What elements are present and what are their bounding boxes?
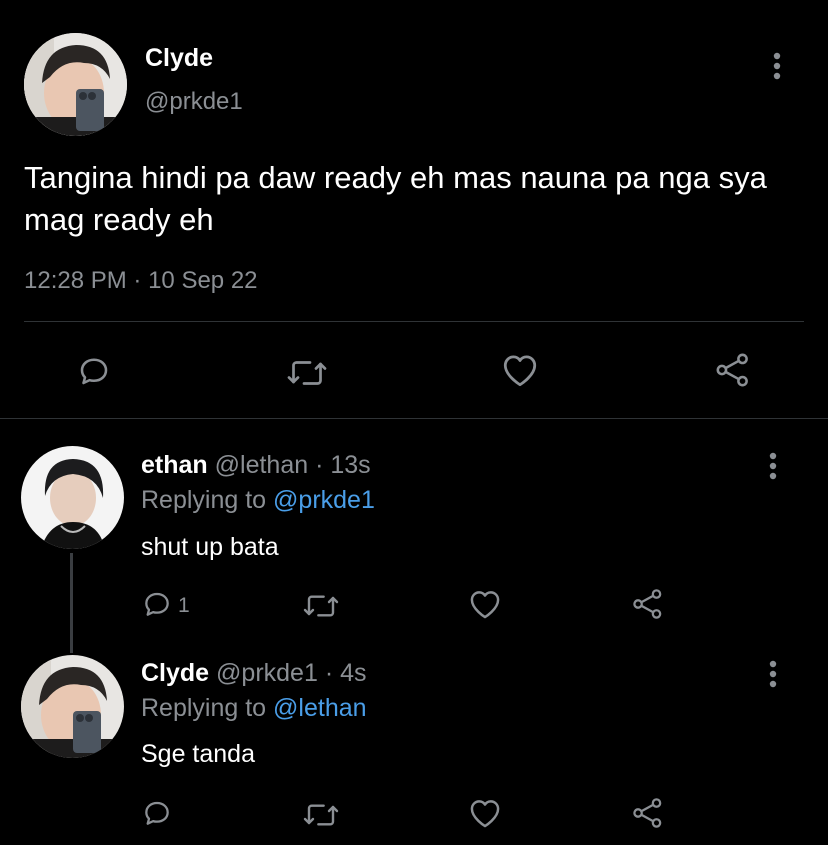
replying-to-label: Replying to [141,694,267,722]
reply-separator: · [324,659,334,687]
reply-separator: · [315,451,324,479]
tweet-date: 10 Sep 22 [148,267,258,294]
replying-to: Replying to @lethan [141,694,367,723]
tweet-timestamp[interactable]: 12:28 PM · 10 Sep 22 [24,267,258,295]
like-icon[interactable] [467,797,503,829]
reply-text: shut up bata [141,533,279,561]
share-icon[interactable] [630,796,666,830]
avatar[interactable] [21,446,124,549]
more-icon[interactable] [772,52,782,80]
more-icon[interactable] [768,452,778,480]
tweet-time: 12:28 PM [24,267,127,294]
reply-age[interactable]: 4s [340,659,366,687]
like-icon[interactable] [500,352,540,388]
retweet-icon[interactable] [302,799,340,831]
retweet-icon[interactable] [286,355,328,391]
reply-header: Clyde @prkde1 · 4s [141,659,367,688]
reply-author-handle[interactable]: @prkde1 [216,659,318,687]
replying-to-label: Replying to [141,486,267,514]
avatar-image [21,446,124,549]
reply-age[interactable]: 13s [330,451,370,479]
replying-to-mention[interactable]: @prkde1 [273,486,375,514]
author-name[interactable]: Clyde [145,44,213,73]
tweet-text: Tangina hindi pa daw ready eh mas nauna … [24,160,767,237]
divider [0,418,828,419]
replying-to-mention[interactable]: @lethan [273,694,367,722]
share-icon[interactable] [630,587,666,621]
author-handle[interactable]: @prkde1 [145,88,243,116]
reply-author-handle[interactable]: @lethan [215,451,309,479]
retweet-icon[interactable] [302,590,340,622]
divider [24,321,804,322]
timestamp-separator: · [133,267,142,294]
reply-icon[interactable] [141,588,173,620]
reply-icon[interactable] [141,797,173,829]
share-icon[interactable] [713,351,753,389]
replying-to: Replying to @prkde1 [141,486,375,515]
avatar[interactable] [21,655,124,758]
reply-author-name[interactable]: ethan [141,451,208,479]
reply-header: ethan @lethan · 13s [141,451,371,480]
reply-icon[interactable] [76,353,112,389]
reply-count: 1 [178,594,190,617]
more-icon[interactable] [768,660,778,688]
avatar-image [24,33,127,136]
reply-author-name[interactable]: Clyde [141,659,209,687]
thread-line [70,553,73,653]
like-icon[interactable] [467,588,503,620]
reply-text: Sge tanda [141,740,255,768]
avatar[interactable] [24,33,127,136]
avatar-image [21,655,124,758]
